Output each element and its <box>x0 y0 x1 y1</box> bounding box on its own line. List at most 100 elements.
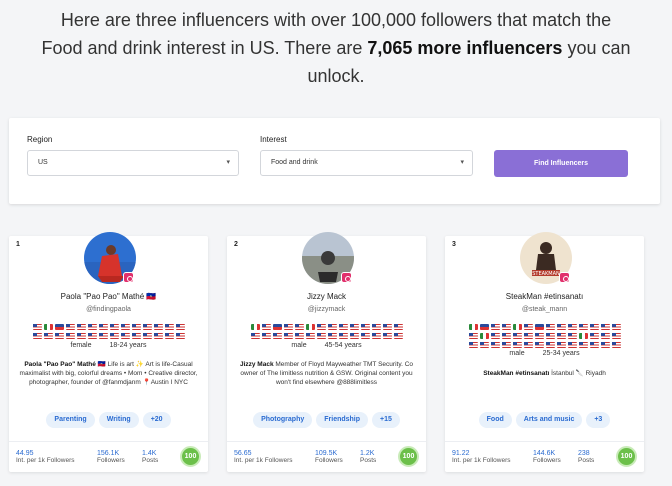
flag-icon <box>579 332 588 339</box>
headline-text-end: you can <box>562 38 631 58</box>
tag[interactable]: Writing <box>98 412 139 428</box>
interest-select[interactable]: Food and drink ▾ <box>260 150 473 176</box>
gender: female <box>70 342 92 349</box>
age-range: 45-54 years <box>324 342 362 349</box>
flag-icon <box>557 332 566 339</box>
flag-icon <box>524 332 533 339</box>
flag-icon <box>502 332 511 339</box>
demographics: female 18-24 years <box>9 342 208 349</box>
flag-icon <box>273 332 282 339</box>
flag-icon <box>350 332 359 339</box>
flag-icon <box>176 332 185 339</box>
flag-icon <box>601 341 610 348</box>
flag-icon <box>524 323 533 330</box>
flag-icon <box>44 323 53 330</box>
flag-icon <box>535 341 544 348</box>
influencer-handle[interactable]: @findingpaola <box>9 306 208 313</box>
flag-icon <box>350 323 359 330</box>
influencer-card[interactable]: 3 STEAKMAN SteakMan #etinsanatı @steak_m… <box>445 232 644 472</box>
flag-icon <box>176 323 185 330</box>
interest-tags: Photography Friendship +15 <box>227 408 426 428</box>
flag-icon <box>143 323 152 330</box>
tag[interactable]: Food <box>478 412 512 428</box>
stat-followers: 156.1K Followers <box>97 450 125 464</box>
flag-icon <box>383 332 392 339</box>
flag-icon <box>535 332 544 339</box>
flag-icon <box>568 323 577 330</box>
tag-more[interactable]: +3 <box>586 412 611 428</box>
age-range: 18-24 years <box>109 342 147 349</box>
flag-icon <box>361 323 370 330</box>
flag-icon <box>502 341 511 348</box>
tag[interactable]: Friendship <box>316 412 369 428</box>
region-select[interactable]: US ▾ <box>27 150 239 176</box>
audience-flags <box>453 322 637 349</box>
flag-icon <box>601 332 610 339</box>
tag-more[interactable]: +20 <box>142 412 171 428</box>
flag-icon <box>66 332 75 339</box>
stat-label: Followers <box>315 457 343 464</box>
stat-label: Int. per 1k Followers <box>16 457 75 464</box>
bio-name: Jizzy Mack <box>239 361 274 368</box>
find-influencers-button[interactable]: Find Influencers <box>494 150 628 177</box>
interest-tags: Food Arts and music +3 <box>445 408 644 428</box>
influencer-handle[interactable]: @steak_mann <box>445 306 644 313</box>
interest-tags: Parenting Writing +20 <box>9 408 208 428</box>
flag-icon <box>132 323 141 330</box>
flag-icon <box>88 323 97 330</box>
flag-icon <box>273 323 282 330</box>
flag-icon <box>317 323 326 330</box>
flag-icon <box>284 332 293 339</box>
flag-icon <box>306 332 315 339</box>
flag-icon <box>491 341 500 348</box>
flag-icon <box>66 323 75 330</box>
flag-icon <box>165 332 174 339</box>
flag-icon <box>480 341 489 348</box>
flag-icon <box>44 332 53 339</box>
flag-icon <box>154 323 163 330</box>
flag-icon <box>394 332 403 339</box>
flag-icon <box>55 323 64 330</box>
flag-icon <box>88 332 97 339</box>
flag-icon <box>469 341 478 348</box>
flag-icon <box>328 332 337 339</box>
flag-icon <box>546 323 555 330</box>
stat-label: Int. per 1k Followers <box>234 457 293 464</box>
svg-text:STEAKMAN: STEAKMAN <box>532 271 560 277</box>
bio: SteakMan #etinsanatı İstanbul 🔪 Riyadh <box>455 369 634 378</box>
headline-count: 7,065 more influencers <box>367 38 563 58</box>
gender: male <box>509 350 525 357</box>
flag-icon <box>513 332 522 339</box>
tag-more[interactable]: +15 <box>372 412 400 428</box>
flag-icon <box>295 323 304 330</box>
stat-value: 144.6K <box>533 450 556 457</box>
flag-icon <box>121 323 130 330</box>
influencer-handle[interactable]: @jizzymack <box>227 306 426 313</box>
stat-value: 1.4K <box>142 450 157 457</box>
flag-icon <box>33 332 42 339</box>
chevron-down-icon: ▾ <box>226 159 230 166</box>
interest-value: Food and drink <box>271 159 318 166</box>
influencer-name[interactable]: Paola "Pao Pao" Mathé 🇭🇹 <box>9 292 208 301</box>
influencer-name[interactable]: Jizzy Mack <box>227 292 426 301</box>
tag[interactable]: Photography <box>253 412 313 428</box>
headline-line-2: Food and drink interest in US. There are… <box>0 34 672 62</box>
stat-label: Posts <box>578 457 595 464</box>
flag-icon <box>513 323 522 330</box>
flag-icon <box>251 323 260 330</box>
stat-value: 91.22 <box>452 450 470 457</box>
flag-icon <box>579 341 588 348</box>
region-value: US <box>38 159 48 166</box>
flag-icon <box>99 323 108 330</box>
tag[interactable]: Parenting <box>46 412 95 428</box>
influencer-card[interactable]: 1 Paola "Pao Pao" Mathé 🇭🇹 @findingpaola… <box>9 232 208 472</box>
region-label: Region <box>27 135 53 144</box>
stats-bar: 56.65 Int. per 1k Followers 109.5K Followe… <box>227 441 426 472</box>
flag-icon <box>154 332 163 339</box>
flag-icon <box>535 323 544 330</box>
influencer-name[interactable]: SteakMan #etinsanatı <box>445 292 644 301</box>
flag-icon <box>469 332 478 339</box>
influencer-card[interactable]: 2 Jizzy Mack @jizzymack male 45-54 years … <box>227 232 426 472</box>
tag[interactable]: Arts and music <box>515 412 583 428</box>
flag-icon <box>339 332 348 339</box>
